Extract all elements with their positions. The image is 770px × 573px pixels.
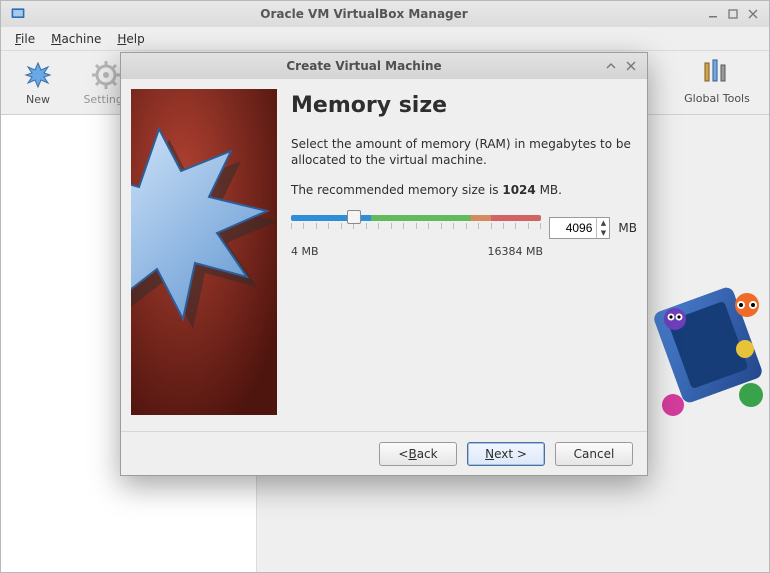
slider-max-label: 16384 MB (487, 245, 543, 258)
global-tools-button[interactable]: Global Tools (677, 51, 757, 111)
dialog-close-icon[interactable] (623, 58, 639, 74)
menu-file[interactable]: File (7, 30, 43, 48)
dialog-description: Select the amount of memory (RAM) in meg… (291, 136, 637, 168)
close-icon[interactable] (745, 6, 761, 22)
cancel-button[interactable]: Cancel (555, 442, 633, 466)
virtualbox-mascot-image (643, 245, 770, 445)
gear-icon (90, 59, 122, 91)
global-tools-icon (699, 57, 735, 90)
main-window-title: Oracle VM VirtualBox Manager (27, 7, 701, 21)
slider-ticks (291, 223, 541, 231)
minimize-icon[interactable] (705, 6, 721, 22)
dialog-body: Memory size Select the amount of memory … (121, 79, 647, 431)
menu-help[interactable]: Help (109, 30, 152, 48)
slider-thumb[interactable] (347, 210, 361, 224)
global-tools-label: Global Tools (684, 92, 750, 105)
slider-track (291, 215, 541, 221)
slider-min-label: 4 MB (291, 245, 319, 258)
menu-bar: File Machine Help (1, 27, 769, 51)
memory-unit: MB (618, 221, 637, 235)
dialog-titlebar[interactable]: Create Virtual Machine (121, 53, 647, 79)
recommended-text: The recommended memory size is 1024 MB. (291, 182, 637, 198)
back-button[interactable]: < Back (379, 442, 457, 466)
maximize-icon[interactable] (725, 6, 741, 22)
starburst-icon (22, 59, 54, 91)
spin-up-icon[interactable]: ▲ (597, 218, 609, 228)
memory-input[interactable] (550, 221, 596, 235)
main-window-titlebar[interactable]: Oracle VM VirtualBox Manager (1, 1, 769, 27)
memory-spinbox[interactable]: ▲ ▼ (549, 217, 610, 239)
next-button[interactable]: Next > (467, 442, 545, 466)
spin-down-icon[interactable]: ▼ (597, 228, 609, 238)
create-vm-dialog: Create Virtual Machine Memory size Selec… (120, 52, 648, 476)
dialog-sidebar-image (131, 89, 277, 415)
dialog-shade-icon[interactable] (603, 58, 619, 74)
slider-scale: 4 MB 16384 MB (291, 245, 543, 258)
dialog-title: Create Virtual Machine (129, 59, 599, 73)
dialog-content: Memory size Select the amount of memory … (291, 89, 637, 421)
dialog-heading: Memory size (291, 93, 637, 118)
memory-slider[interactable] (291, 213, 541, 243)
new-vm-label: New (26, 93, 50, 106)
memory-slider-row: ▲ ▼ MB (291, 213, 637, 243)
menu-machine[interactable]: Machine (43, 30, 109, 48)
app-icon (9, 5, 27, 23)
dialog-footer: < Back Next > Cancel (121, 431, 647, 475)
new-vm-button[interactable]: New (9, 55, 67, 111)
